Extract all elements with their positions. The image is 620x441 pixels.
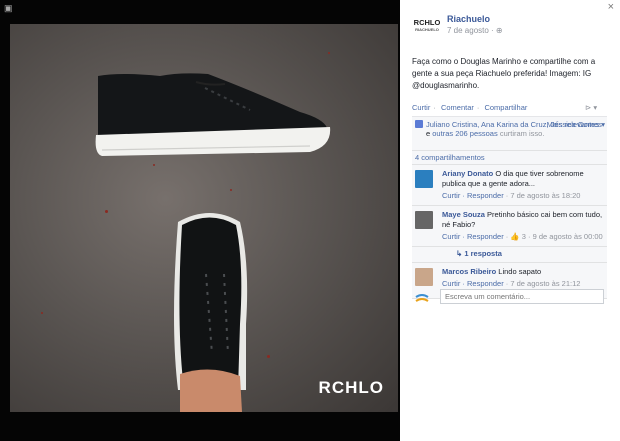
brand-watermark: RCHLO xyxy=(318,378,384,397)
close-button[interactable]: × xyxy=(608,1,614,13)
commenter-avatar[interactable] xyxy=(415,211,433,229)
comment-item: Maye Souza Pretinho básico cai bem com t… xyxy=(412,206,607,247)
thumbs-up-icon xyxy=(415,120,423,128)
comment-author[interactable]: Maye Souza xyxy=(442,210,485,219)
comment-actions[interactable]: Curtir · Responder xyxy=(442,232,504,241)
replies-row: ↳ 1 resposta xyxy=(412,247,607,263)
sneakers-illustration xyxy=(95,73,331,412)
post-timestamp[interactable]: 7 de agosto · ⊕ xyxy=(447,26,503,35)
page-logo-sub: RIACHUELO xyxy=(415,27,439,32)
commenter-avatar[interactable] xyxy=(415,268,433,286)
page-avatar[interactable]: RCHLO RIACHUELO xyxy=(412,17,442,39)
page-logo-text: RCHLO xyxy=(413,18,441,27)
viewer-icon: ▣ xyxy=(4,3,13,13)
share-button[interactable]: Compartilhar xyxy=(484,103,527,112)
comment-time: · 7 de agosto às 18:20 xyxy=(503,191,581,200)
shares-count[interactable]: 4 compartilhamentos xyxy=(412,151,607,165)
photo-viewer: ▣ RCHLO xyxy=(0,0,400,441)
post-caption: Faça como o Douglas Marinho e compartilh… xyxy=(412,57,596,90)
comment-author[interactable]: Marcos Ribeiro xyxy=(442,267,496,276)
comment-time: · 7 de agosto às 21:12 xyxy=(503,279,581,288)
view-replies-link[interactable]: ↳ 1 resposta xyxy=(456,249,502,258)
post-photo[interactable]: RCHLO xyxy=(10,24,398,412)
commenter-avatar[interactable] xyxy=(415,170,433,188)
comment-input[interactable] xyxy=(440,289,604,304)
comment-text: Lindo sapato xyxy=(496,267,542,276)
comment-button[interactable]: Comentar xyxy=(441,103,474,112)
page-logo-icon xyxy=(415,294,429,302)
comment-author[interactable]: Ariany Donato xyxy=(442,169,493,178)
comment-actions[interactable]: Curtir · Responder xyxy=(442,279,504,288)
post-side-panel: × RCHLO RIACHUELO Riachuelo 7 de agosto … xyxy=(400,0,620,441)
page-name-link[interactable]: Riachuelo xyxy=(447,14,490,24)
share-menu-icon[interactable]: ⊳ ▾ xyxy=(585,103,597,112)
likers-others[interactable]: outras 206 pessoas xyxy=(432,129,497,138)
comment-actions[interactable]: Curtir · Responder xyxy=(442,191,504,200)
comment-item: Ariany Donato O dia que tiver sobrenome … xyxy=(412,165,607,206)
like-button[interactable]: Curtir xyxy=(412,103,430,112)
post-actions: Curtir · Comentar · Compartilhar xyxy=(412,103,528,112)
likes-suffix: curtiram isso. xyxy=(497,129,545,138)
comment-composer xyxy=(410,289,605,307)
comment-sort-dropdown[interactable]: Mais relevantes ▾ xyxy=(547,120,605,129)
comment-time: · 👍 3 · 9 de agosto às 00:00 xyxy=(503,232,603,241)
feedback-area: Juliano Cristina, Ana Karina da Cruz, Jé… xyxy=(412,116,607,299)
likes-summary: Juliano Cristina, Ana Karina da Cruz, Jé… xyxy=(412,117,607,151)
